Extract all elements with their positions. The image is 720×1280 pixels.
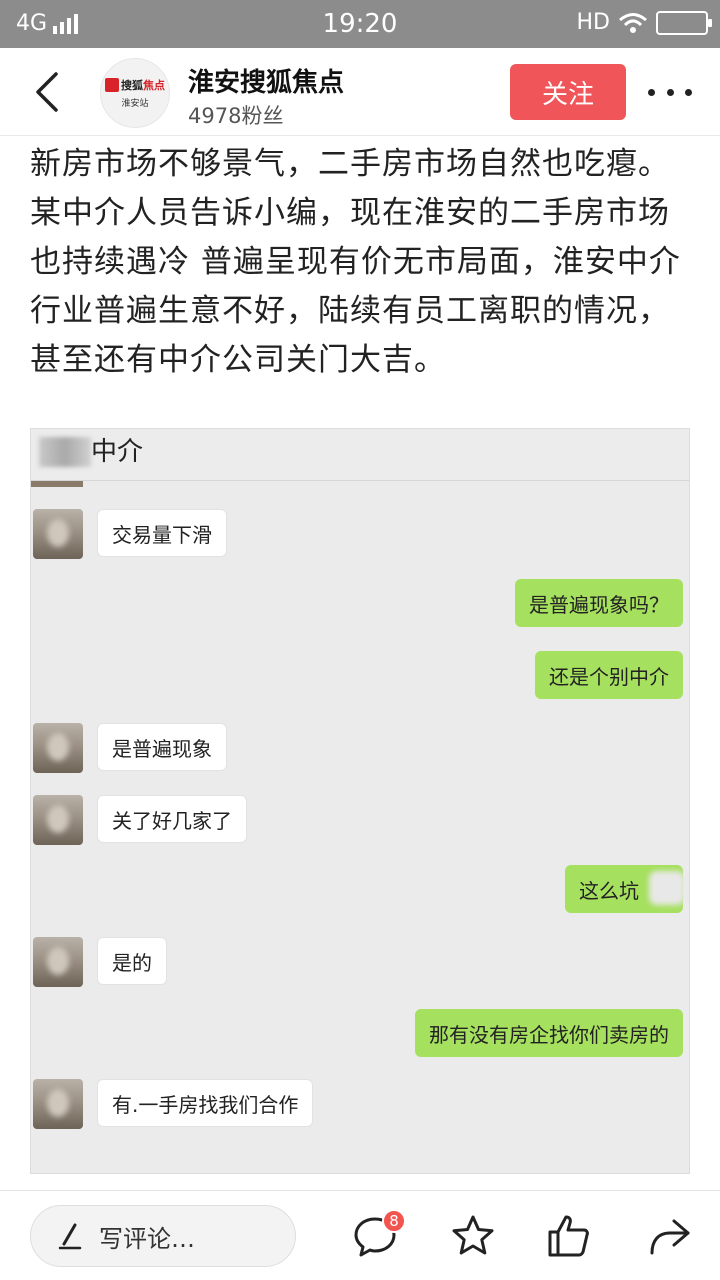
chat-title-bar: 中介	[31, 429, 689, 481]
account-name[interactable]: 淮安搜狐焦点	[188, 62, 344, 99]
contact-avatar	[33, 795, 83, 845]
message-bubble-in: 交易量下滑	[97, 509, 227, 557]
message-bubble-out: 是普遍现象吗？	[515, 579, 683, 627]
pen-icon	[58, 1223, 82, 1250]
contact-avatar	[33, 509, 83, 559]
like-icon[interactable]	[546, 1213, 592, 1259]
message-bubble-out: 还是个别中介	[535, 651, 683, 699]
message-bubble-in: 关了好几家了	[97, 795, 247, 843]
message-bubble-out: 那有没有房企找你们卖房的	[415, 1009, 683, 1057]
avatar-logo: 搜狐焦点	[105, 77, 165, 93]
status-right: HD	[576, 10, 712, 35]
avatar-subtitle: 淮安站	[121, 99, 149, 109]
avatar-logo-main: 搜狐	[121, 79, 143, 92]
wifi-icon	[619, 12, 647, 33]
share-icon[interactable]	[646, 1213, 692, 1259]
hd-indicator: HD	[576, 10, 610, 35]
comment-count-badge: 8	[382, 1209, 406, 1233]
article-body: 新房市场不够景气，二手房市场自然也吃瘪。某中介人员告诉小编，现在淮安的二手房市场…	[30, 146, 681, 378]
comment-placeholder: 写评论…	[99, 1224, 195, 1253]
blurred-name	[39, 437, 91, 467]
contact-avatar	[33, 723, 83, 773]
bottom-action-bar: 写评论… 8	[0, 1190, 720, 1280]
article-header: 搜狐焦点 淮安站 淮安搜狐焦点 4978粉丝 关注	[0, 48, 720, 136]
chat-title: 中介	[91, 437, 144, 467]
message-bubble-in: 有.一手房找我们合作	[97, 1079, 314, 1127]
blurred-avatar	[649, 871, 685, 905]
avatar-logo-accent: 焦点	[143, 79, 165, 92]
fans-count: 4978粉丝	[188, 104, 284, 128]
chat-screenshot: 中介 交易量下滑 是普遍现象吗？ 还是个别中介 是普遍现象 关了好几家了 这么坑…	[30, 428, 690, 1174]
star-icon[interactable]	[450, 1213, 496, 1259]
status-bar: 4G 19:20 HD	[0, 0, 720, 48]
message-bubble-in: 是普遍现象	[97, 723, 227, 771]
contact-avatar	[33, 1079, 83, 1129]
message-bubble-in: 是的	[97, 937, 167, 985]
account-avatar[interactable]: 搜狐焦点 淮安站	[100, 58, 170, 128]
contact-avatar	[33, 937, 83, 987]
house-icon	[105, 78, 119, 92]
follow-button[interactable]: 关注	[510, 64, 626, 120]
partial-avatar	[31, 481, 83, 487]
more-icon[interactable]	[648, 78, 692, 106]
battery-icon	[656, 10, 712, 35]
comment-input[interactable]: 写评论…	[30, 1205, 296, 1267]
back-icon[interactable]	[26, 70, 66, 114]
